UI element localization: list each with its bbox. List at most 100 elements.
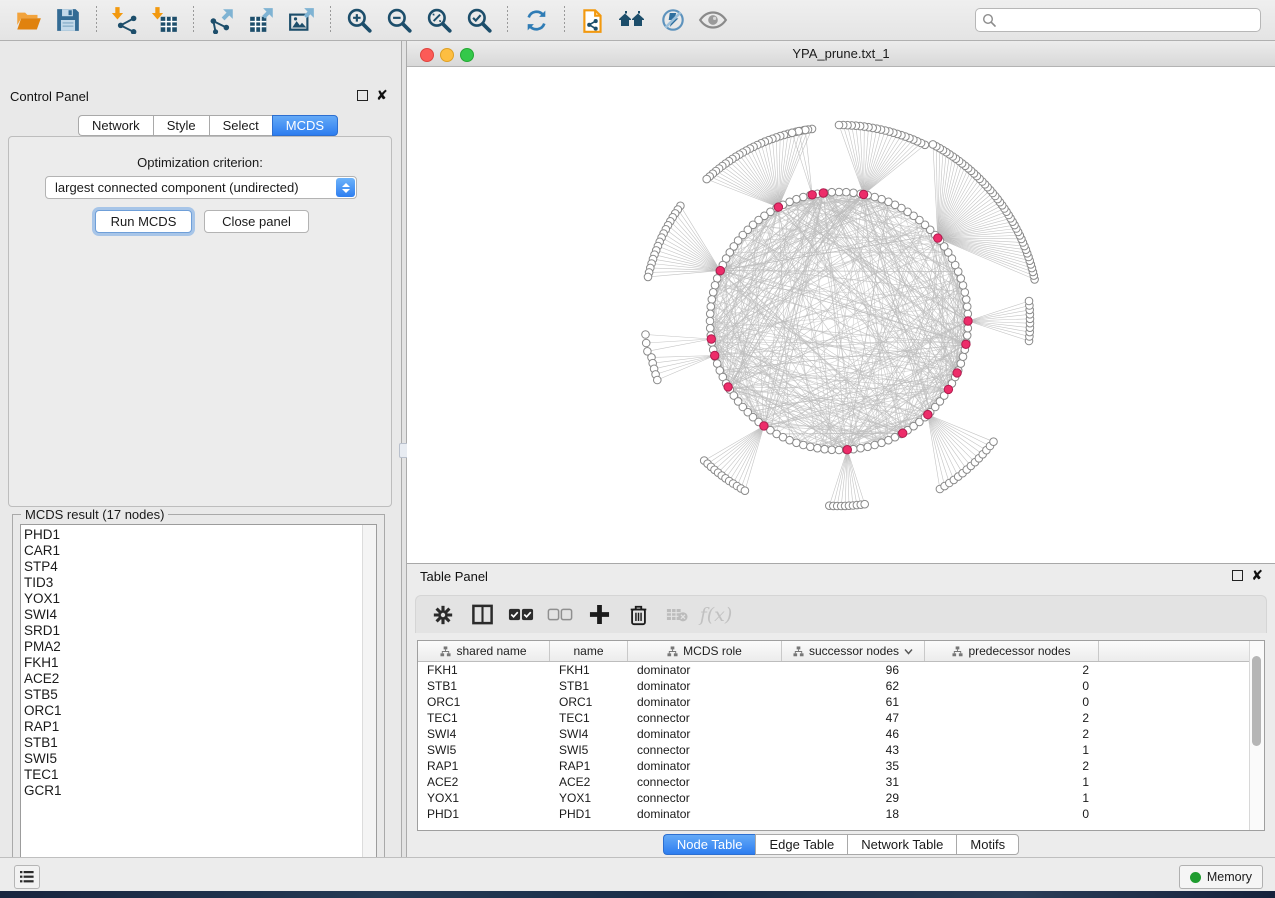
network-view-window: YPA_prune.txt_1 (407, 41, 1275, 563)
mcds-result-item[interactable]: STP4 (21, 559, 376, 575)
zoom-fit-icon[interactable] (424, 5, 454, 35)
mcds-result-item[interactable]: CAR1 (21, 543, 376, 559)
close-panel-icon[interactable]: ✘ (1251, 570, 1263, 581)
optimization-criterion-label: Optimization criterion: (9, 155, 391, 170)
column-header-shared-name[interactable]: shared name (418, 641, 550, 661)
mcds-tab-content: Optimization criterion: largest connecte… (8, 136, 392, 507)
tab-mcds[interactable]: MCDS (272, 115, 338, 136)
add-column-icon[interactable] (586, 602, 612, 628)
table-row[interactable]: FKH1FKH1dominator962 (418, 662, 1264, 678)
table-toolbar: f(x) (415, 595, 1267, 633)
tab-motifs[interactable]: Motifs (956, 834, 1019, 855)
tab-edge-table[interactable]: Edge Table (755, 834, 847, 855)
mcds-result-item[interactable]: RAP1 (21, 719, 376, 735)
export-table-icon[interactable] (247, 5, 277, 35)
close-panel-button[interactable]: Close panel (204, 210, 309, 233)
import-table-icon[interactable] (150, 5, 180, 35)
mcds-result-item[interactable]: FKH1 (21, 655, 376, 671)
mcds-result-item[interactable]: STB1 (21, 735, 376, 751)
table-cell: 2 (925, 663, 1099, 677)
mcds-result-item[interactable]: TID3 (21, 575, 376, 591)
table-scrollbar-thumb[interactable] (1252, 656, 1261, 746)
sort-desc-icon (904, 648, 913, 655)
apply-layout-icon[interactable] (521, 5, 551, 35)
select-all-columns-icon[interactable] (508, 602, 534, 628)
table-row[interactable]: STB1STB1dominator620 (418, 678, 1264, 694)
mcds-result-item[interactable]: PHD1 (21, 527, 376, 543)
table-row[interactable]: RAP1RAP1dominator352 (418, 758, 1264, 774)
memory-status-dot (1190, 872, 1201, 883)
column-header-successor-nodes[interactable]: successor nodes (782, 641, 925, 661)
import-network-icon[interactable] (110, 5, 140, 35)
memory-button[interactable]: Memory (1179, 865, 1263, 889)
table-cell: 2 (925, 727, 1099, 741)
table-cell: 1 (925, 791, 1099, 805)
open-file-icon[interactable] (13, 5, 43, 35)
table-scrollbar[interactable] (1249, 641, 1264, 830)
search-input[interactable] (975, 8, 1261, 32)
task-history-button[interactable] (14, 865, 40, 889)
float-panel-icon[interactable] (357, 90, 368, 101)
tab-network[interactable]: Network (78, 115, 153, 136)
export-image-icon[interactable] (287, 5, 317, 35)
zoom-out-icon[interactable] (384, 5, 414, 35)
table-cell: connector (628, 791, 782, 805)
table-row[interactable]: ACE2ACE2connector311 (418, 774, 1264, 790)
mcds-result-item[interactable]: YOX1 (21, 591, 376, 607)
table-cell: SWI5 (418, 743, 550, 757)
table-row[interactable]: PHD1PHD1dominator180 (418, 806, 1264, 822)
deselect-all-columns-icon[interactable] (547, 602, 573, 628)
mcds-result-list-container: PHD1CAR1STP4TID3YOX1SWI4SRD1PMA2FKH1ACE2… (20, 524, 377, 870)
table-row[interactable]: YOX1YOX1connector291 (418, 790, 1264, 806)
control-panel-title: Control Panel (10, 89, 89, 104)
show-column-panel-icon[interactable] (469, 602, 495, 628)
table-settings-gear-icon[interactable] (430, 602, 456, 628)
search-icon (982, 13, 996, 27)
table-cell: 46 (782, 727, 925, 741)
table-cell: 47 (782, 711, 925, 725)
save-session-icon[interactable] (53, 5, 83, 35)
close-panel-icon[interactable]: ✘ (376, 90, 388, 101)
table-row[interactable]: ORC1ORC1dominator610 (418, 694, 1264, 710)
node-table-header: shared name name MCDS role successor nod… (418, 641, 1264, 662)
network-window-title: YPA_prune.txt_1 (407, 46, 1275, 61)
mcds-result-item[interactable]: TEC1 (21, 767, 376, 783)
network-graph[interactable] (407, 67, 1275, 563)
network-overview-icon[interactable] (618, 5, 648, 35)
table-cell: FKH1 (418, 663, 550, 677)
mcds-result-item[interactable]: SRD1 (21, 623, 376, 639)
table-row[interactable]: SWI4SWI4dominator462 (418, 726, 1264, 742)
mcds-result-item[interactable]: ORC1 (21, 703, 376, 719)
table-row[interactable]: SWI5SWI5connector431 (418, 742, 1264, 758)
tab-node-table[interactable]: Node Table (663, 834, 756, 855)
mcds-result-item[interactable]: SWI5 (21, 751, 376, 767)
table-cell: dominator (628, 663, 782, 677)
toggle-graphics-details-icon[interactable] (658, 5, 688, 35)
column-header-predecessor-nodes[interactable]: predecessor nodes (925, 641, 1099, 661)
tab-network-table[interactable]: Network Table (847, 834, 956, 855)
delete-column-trash-icon[interactable] (625, 602, 651, 628)
mcds-result-item[interactable]: STB5 (21, 687, 376, 703)
column-header-name[interactable]: name (550, 641, 628, 661)
mcds-result-item[interactable]: PMA2 (21, 639, 376, 655)
zoom-selected-icon[interactable] (464, 5, 494, 35)
run-mcds-button[interactable]: Run MCDS (95, 210, 192, 233)
mcds-list-scrollbar[interactable] (362, 525, 376, 869)
table-cell: dominator (628, 679, 782, 693)
export-network-icon[interactable] (207, 5, 237, 35)
mcds-result-item[interactable]: ACE2 (21, 671, 376, 687)
mcds-result-item[interactable]: GCR1 (21, 783, 376, 799)
tab-style[interactable]: Style (153, 115, 209, 136)
table-row[interactable]: TEC1TEC1connector472 (418, 710, 1264, 726)
mcds-result-list: PHD1CAR1STP4TID3YOX1SWI4SRD1PMA2FKH1ACE2… (21, 525, 376, 799)
hierarchy-icon (793, 646, 804, 657)
table-cell: 31 (782, 775, 925, 789)
mcds-result-item[interactable]: SWI4 (21, 607, 376, 623)
float-panel-icon[interactable] (1232, 570, 1243, 581)
tab-select[interactable]: Select (209, 115, 272, 136)
zoom-in-icon[interactable] (344, 5, 374, 35)
optimization-criterion-select[interactable]: largest connected component (undirected) (45, 176, 357, 199)
share-document-icon[interactable] (578, 5, 608, 35)
birds-eye-view-icon[interactable] (698, 5, 728, 35)
column-header-mcds-role[interactable]: MCDS role (628, 641, 782, 661)
